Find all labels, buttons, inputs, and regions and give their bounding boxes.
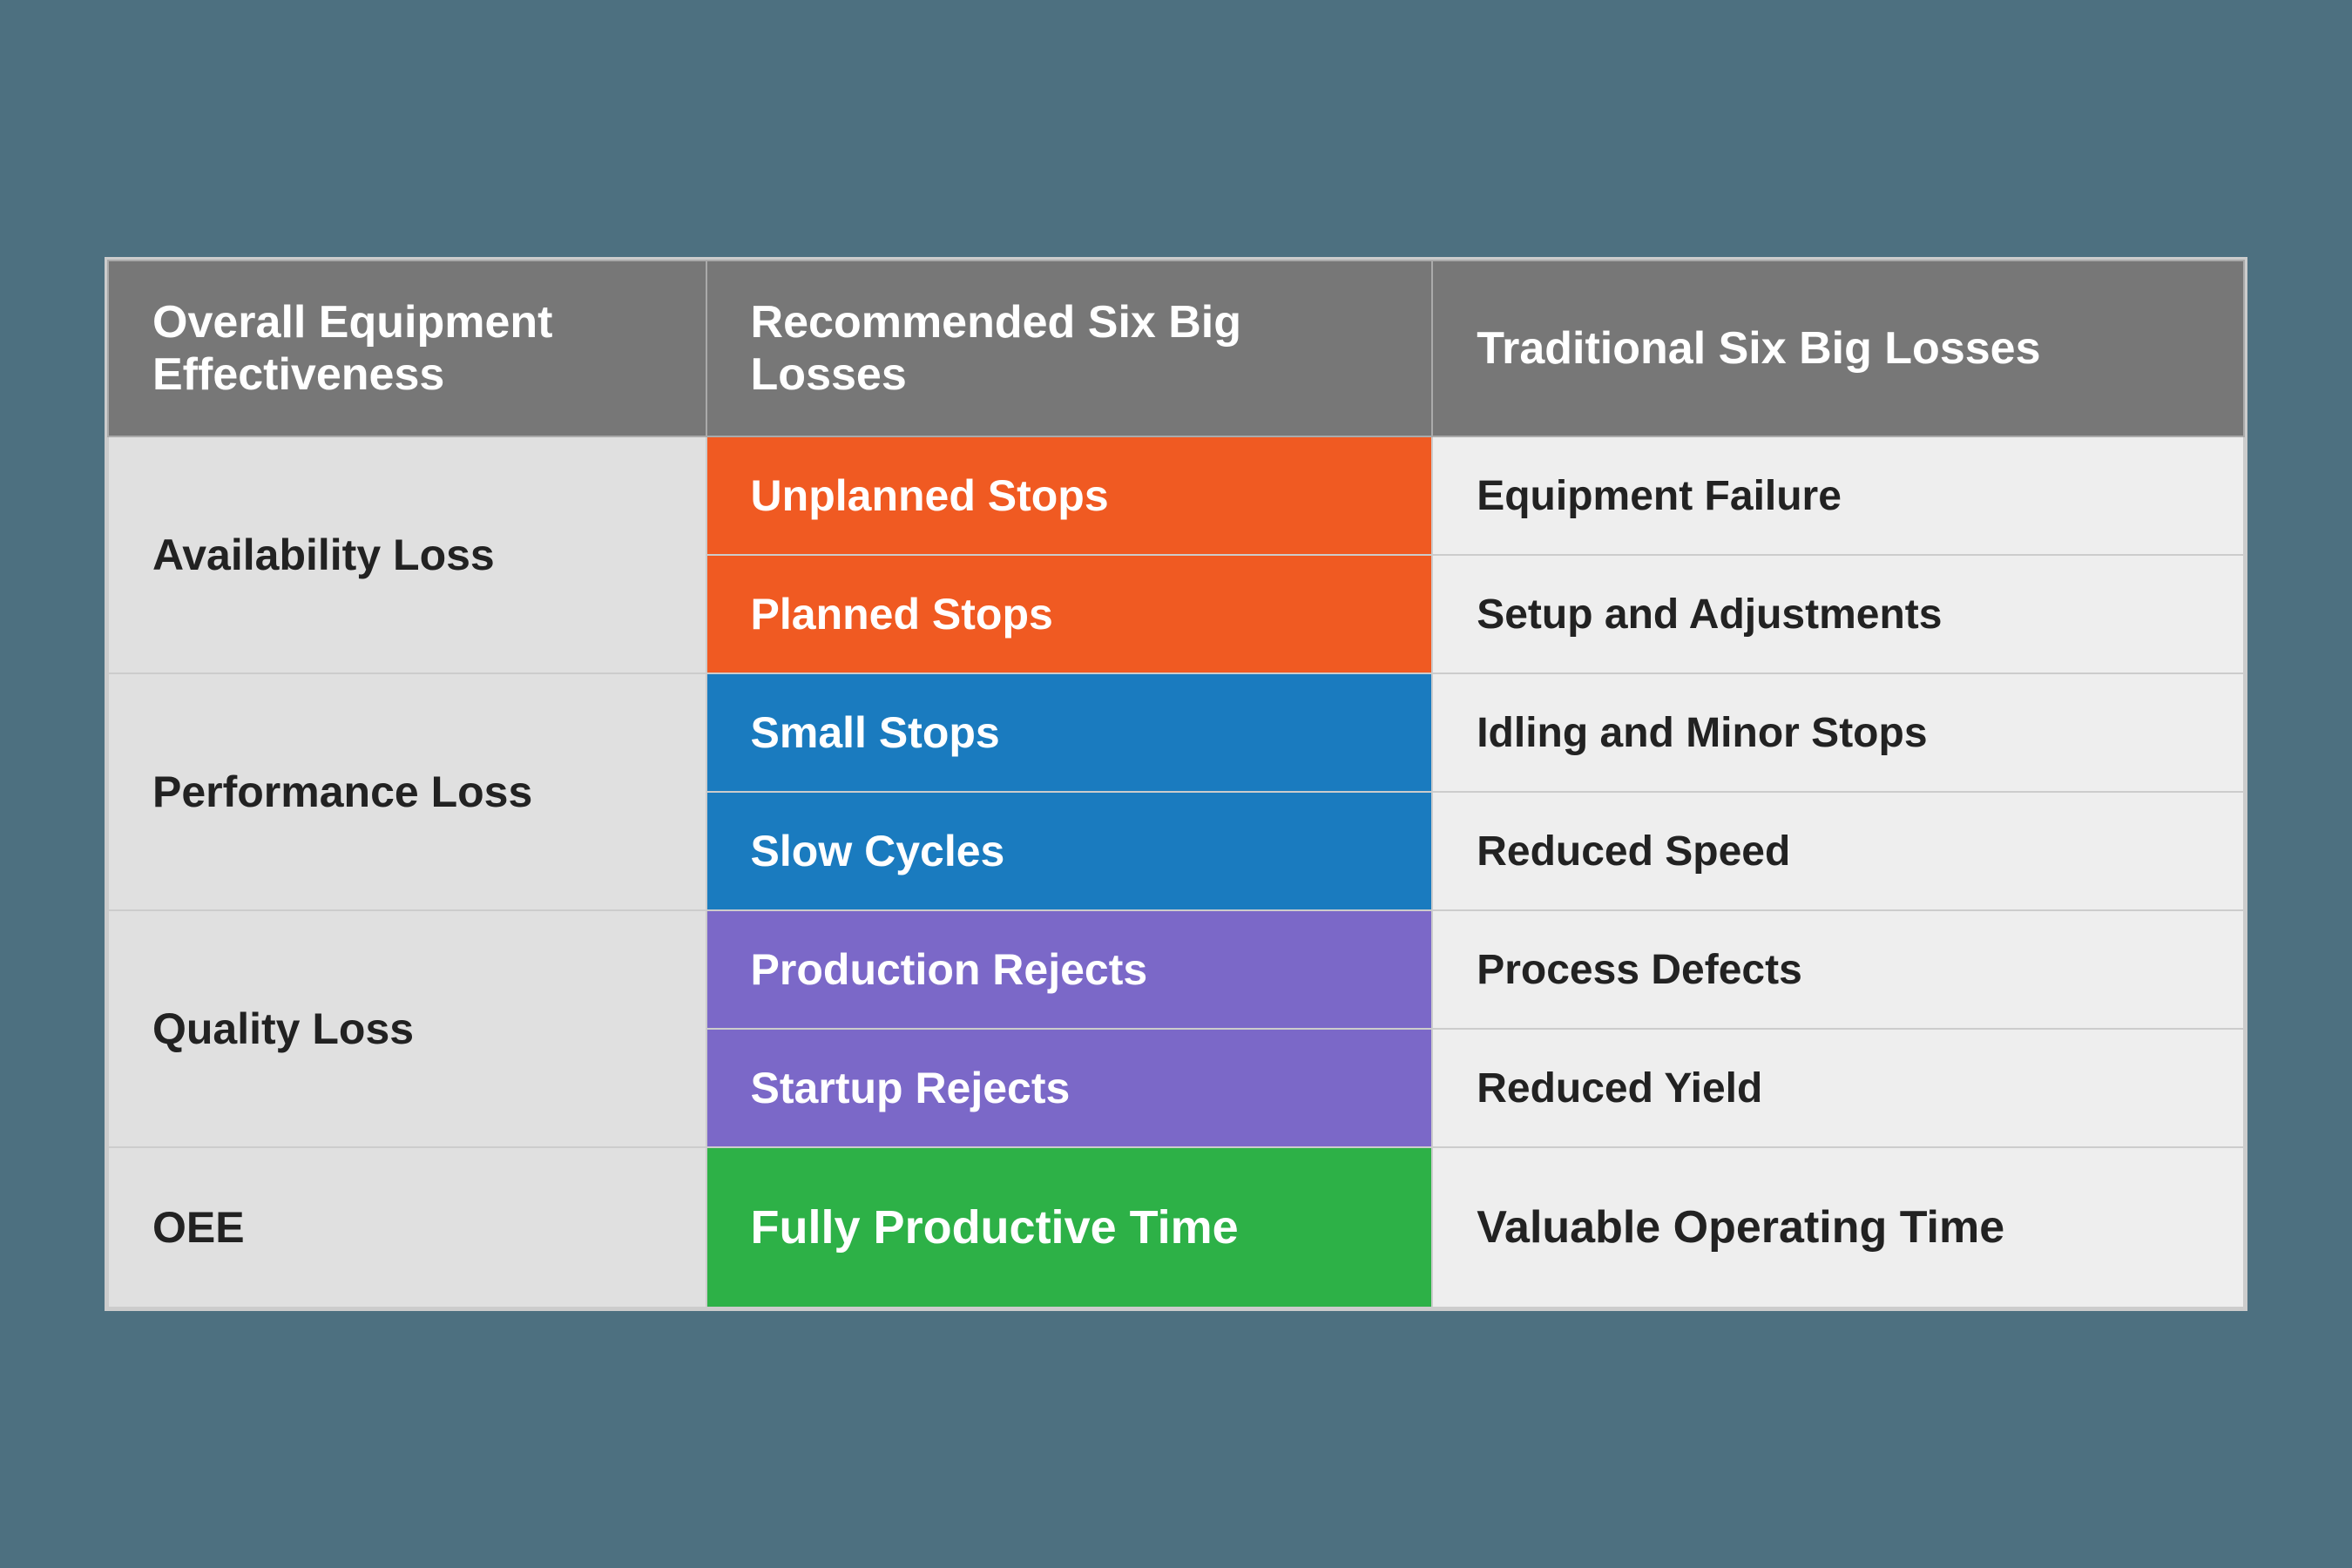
table-row: Quality Loss Production Rejects Process …: [108, 910, 2244, 1029]
performance-loss-label: Performance Loss: [108, 673, 706, 910]
table-row: OEE Fully Productive Time Valuable Opera…: [108, 1147, 2244, 1308]
slow-cycles-label: Slow Cycles: [707, 793, 1432, 909]
small-stops-cell: Small Stops: [706, 673, 1433, 792]
header-col3: Traditional Six Big Losses: [1432, 260, 2244, 436]
process-defects-label: Process Defects: [1432, 910, 2244, 1029]
header-col2: Recommended Six Big Losses: [706, 260, 1433, 436]
availability-loss-label: Availability Loss: [108, 436, 706, 673]
planned-stops-label: Planned Stops: [707, 556, 1432, 672]
idling-minor-stops-label: Idling and Minor Stops: [1432, 673, 2244, 792]
production-rejects-label: Production Rejects: [707, 911, 1432, 1028]
planned-stops-cell: Planned Stops: [706, 555, 1433, 673]
quality-loss-label: Quality Loss: [108, 910, 706, 1147]
unplanned-stops-cell: Unplanned Stops: [706, 436, 1433, 555]
unplanned-stops-label: Unplanned Stops: [707, 437, 1432, 554]
fully-productive-cell: Fully Productive Time: [706, 1147, 1433, 1308]
equipment-failure-label: Equipment Failure: [1432, 436, 2244, 555]
production-rejects-cell: Production Rejects: [706, 910, 1433, 1029]
table-row: Availability Loss Unplanned Stops Equipm…: [108, 436, 2244, 555]
oee-label: OEE: [108, 1147, 706, 1308]
startup-rejects-cell: Startup Rejects: [706, 1029, 1433, 1147]
header-col1: Overall Equipment Effectiveness: [108, 260, 706, 436]
valuable-operating-label: Valuable Operating Time: [1432, 1147, 2244, 1308]
small-stops-label: Small Stops: [707, 674, 1432, 791]
oee-table: Overall Equipment Effectiveness Recommen…: [105, 257, 2247, 1311]
slow-cycles-cell: Slow Cycles: [706, 792, 1433, 910]
table-row: Performance Loss Small Stops Idling and …: [108, 673, 2244, 792]
startup-rejects-label: Startup Rejects: [707, 1030, 1432, 1146]
table-header: Overall Equipment Effectiveness Recommen…: [108, 260, 2244, 436]
setup-adjustments-label: Setup and Adjustments: [1432, 555, 2244, 673]
reduced-yield-label: Reduced Yield: [1432, 1029, 2244, 1147]
fully-productive-label: Fully Productive Time: [707, 1148, 1432, 1307]
reduced-speed-label: Reduced Speed: [1432, 792, 2244, 910]
